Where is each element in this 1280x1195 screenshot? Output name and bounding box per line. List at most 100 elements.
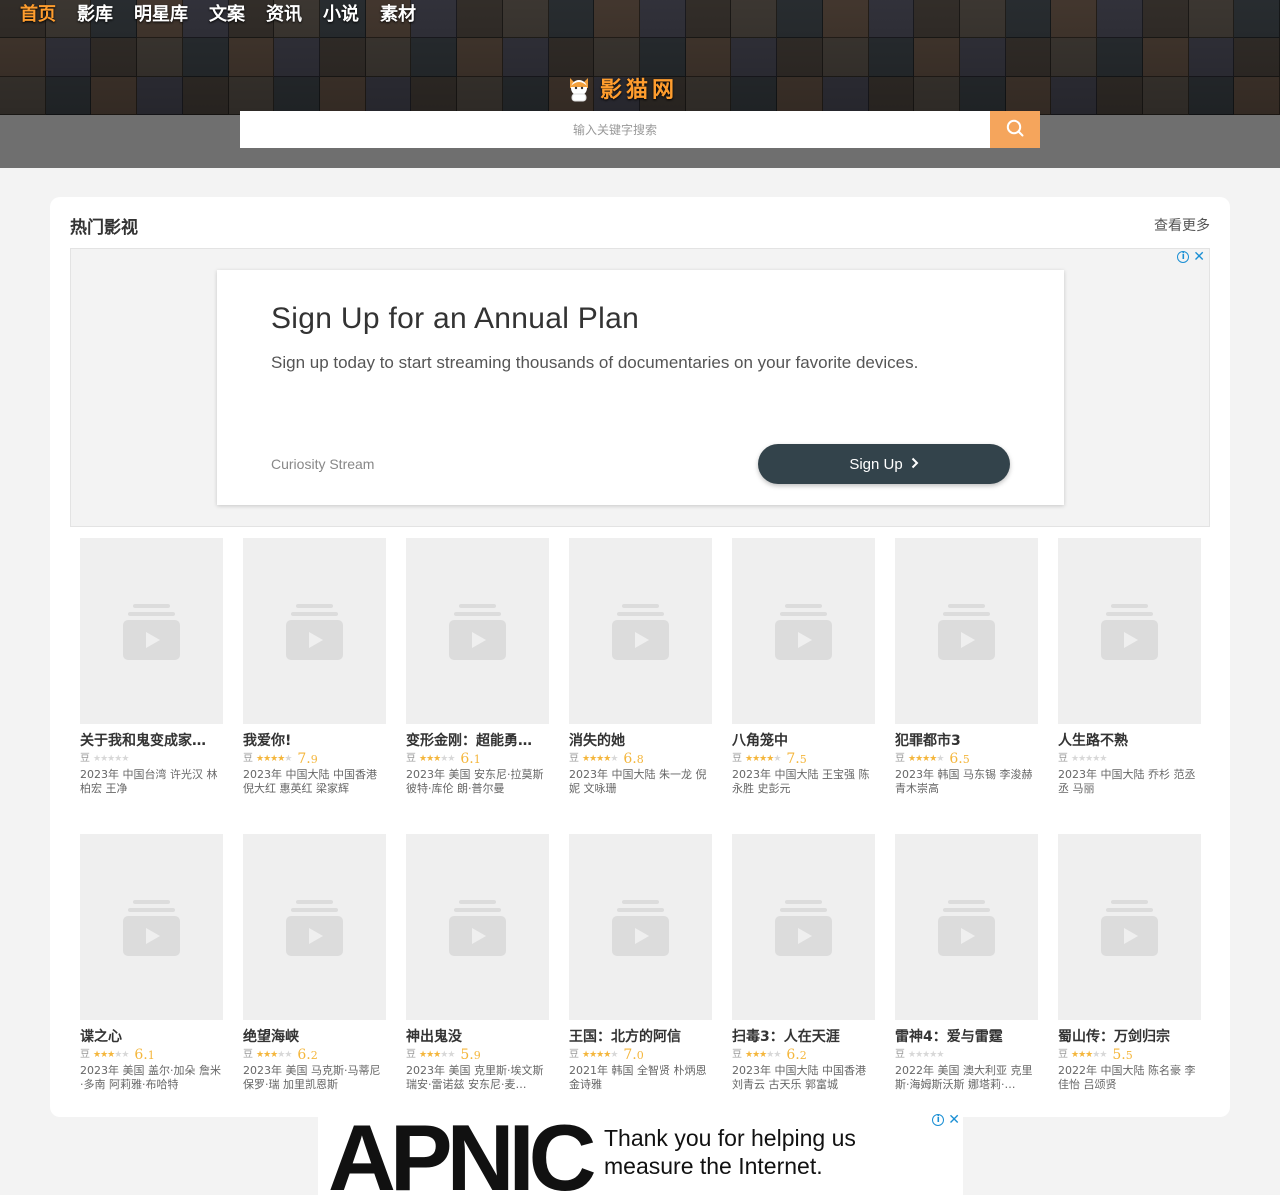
- chevron-right-icon: [911, 456, 919, 473]
- movie-card[interactable]: 谍之心豆 ★★★★★ 6.1 2023年 美国 盖尔·加朵 詹米·多南 阿莉雅·布哈特: [80, 834, 223, 1092]
- movie-score: 7.0: [623, 1047, 644, 1063]
- star-rating-icon: ★★★★★: [1071, 1049, 1107, 1060]
- nav-home[interactable]: 首页: [20, 2, 56, 28]
- video-placeholder-icon: [286, 604, 343, 660]
- douban-badge: 豆: [1058, 1048, 1068, 1060]
- movie-title[interactable]: 犯罪都市3: [895, 732, 1038, 750]
- nav-news[interactable]: 资讯: [266, 2, 302, 28]
- movie-meta: 2023年 中国大陆 中国香港 刘青云 古天乐 郭富城: [732, 1064, 866, 1091]
- movie-title[interactable]: 雷神4：爱与雷霆: [895, 1028, 1038, 1046]
- nav-novels[interactable]: 小说: [323, 2, 359, 28]
- movie-title[interactable]: 蜀山传：万剑归宗: [1058, 1028, 1201, 1046]
- ad-brand: Curiosity Stream: [271, 456, 375, 472]
- video-placeholder-icon: [449, 900, 506, 956]
- info-icon[interactable]: i: [1177, 251, 1190, 263]
- movie-title[interactable]: 变形金刚：超能勇…: [406, 732, 549, 750]
- movie-poster[interactable]: [243, 538, 386, 724]
- close-icon[interactable]: ✕: [948, 1113, 960, 1127]
- movie-rating: 豆 ★★★★★ 6.1: [80, 1046, 223, 1063]
- movie-poster[interactable]: [732, 538, 875, 724]
- movie-poster[interactable]: [80, 538, 223, 724]
- douban-badge: 豆: [243, 752, 253, 764]
- douban-badge: 豆: [895, 1048, 905, 1060]
- movie-card[interactable]: 犯罪都市3 豆 ★★★★★ 6.5 2023年 韩国 马东锡 李浚赫 青木崇高: [895, 538, 1038, 796]
- movie-card[interactable]: 蜀山传：万剑归宗豆 ★★★★★ 5.5 2022年 中国大陆 陈名豪 李佳怡 吕颂贤: [1058, 834, 1201, 1092]
- movie-title[interactable]: 人生路不熟: [1058, 732, 1201, 750]
- movie-card[interactable]: 雷神4：爱与雷霆豆 ★★★★★ 2022年 美国 澳大利亚 克里斯·海姆斯沃斯 娜塔…: [895, 834, 1038, 1092]
- nav-materials[interactable]: 素材: [380, 2, 416, 28]
- video-placeholder-icon: [1101, 900, 1158, 956]
- movie-title[interactable]: 谍之心: [80, 1028, 223, 1046]
- movie-rating: 豆 ★★★★★ 6.1: [406, 750, 549, 767]
- site-logo[interactable]: 影猫网: [566, 72, 678, 104]
- movie-poster[interactable]: [895, 834, 1038, 1020]
- movie-poster[interactable]: [732, 834, 875, 1020]
- movie-title[interactable]: 神出鬼没: [406, 1028, 549, 1046]
- movie-title[interactable]: 八角笼中: [732, 732, 875, 750]
- movie-card[interactable]: 扫毒3：人在天涯豆 ★★★★★ 6.2 2023年 中国大陆 中国香港 刘青云 古天乐…: [732, 834, 875, 1092]
- star-rating-icon: ★★★★★: [908, 753, 944, 764]
- nav-star-library[interactable]: 明星库: [134, 2, 188, 28]
- movie-card[interactable]: 变形金刚：超能勇… 豆 ★★★★★ 6.1 2023年 美国 安东尼·拉莫斯 彼特·库伦…: [406, 538, 549, 796]
- movie-poster[interactable]: [1058, 538, 1201, 724]
- movie-title[interactable]: 扫毒3：人在天涯: [732, 1028, 875, 1046]
- movie-poster[interactable]: [243, 834, 386, 1020]
- movie-poster[interactable]: [80, 834, 223, 1020]
- movie-poster[interactable]: [406, 834, 549, 1020]
- video-placeholder-icon: [1101, 604, 1158, 660]
- bottom-ad-text: Thank you for helping us measure the Int…: [604, 1125, 856, 1179]
- movie-card[interactable]: 八角笼中豆 ★★★★★ 7.5 2023年 中国大陆 王宝强 陈永胜 史彭元: [732, 538, 875, 796]
- movie-card[interactable]: 绝望海峡豆 ★★★★★ 6.2 2023年 美国 马克斯·马蒂尼 保罗·瑞 加里凯恩斯: [243, 834, 386, 1092]
- movie-card[interactable]: 人生路不熟豆 ★★★★★ 2023年 中国大陆 乔杉 范丞丞 马丽: [1058, 538, 1201, 796]
- bottom-ad-banner[interactable]: i ✕ APNIC Thank you for helping us measu…: [318, 1108, 963, 1195]
- movie-card[interactable]: 我爱你! 豆 ★★★★★ 7.9 2023年 中国大陆 中国香港 倪大红 惠英红 梁家辉: [243, 538, 386, 796]
- movie-title[interactable]: 绝望海峡: [243, 1028, 386, 1046]
- star-rating-icon: ★★★★★: [582, 1049, 618, 1060]
- apnic-logo: APNIC: [328, 1105, 596, 1195]
- movie-meta: 2022年 中国大陆 陈名豪 李佳怡 吕颂贤: [1058, 1064, 1196, 1091]
- douban-badge: 豆: [80, 752, 90, 764]
- movie-score: 7.5: [786, 751, 807, 767]
- search-button[interactable]: [990, 111, 1040, 148]
- movie-poster[interactable]: [569, 538, 712, 724]
- movie-poster[interactable]: [569, 834, 712, 1020]
- movie-card[interactable]: 关于我和鬼变成家… 豆 ★★★★★ 2023年 中国台湾 许光汉 林柏宏 王净: [80, 538, 223, 796]
- movie-poster[interactable]: [1058, 834, 1201, 1020]
- ad-card[interactable]: Sign Up for an Annual Plan Sign up today…: [217, 270, 1064, 505]
- movie-meta: 2023年 中国大陆 朱一龙 倪妮 文咏珊: [569, 768, 707, 795]
- info-icon[interactable]: i: [932, 1114, 945, 1126]
- movie-title[interactable]: 关于我和鬼变成家…: [80, 732, 223, 750]
- star-rating-icon: ★★★★★: [582, 753, 618, 764]
- search-input[interactable]: [240, 111, 990, 148]
- video-placeholder-icon: [612, 900, 669, 956]
- movie-poster[interactable]: [895, 538, 1038, 724]
- douban-badge: 豆: [80, 1048, 90, 1060]
- movie-rating: 豆 ★★★★★ 5.5: [1058, 1046, 1201, 1063]
- movie-title[interactable]: 消失的她: [569, 732, 712, 750]
- movie-rating: 豆 ★★★★★ 6.8: [569, 750, 712, 767]
- movie-poster[interactable]: [406, 538, 549, 724]
- star-rating-icon: ★★★★★: [256, 753, 292, 764]
- ad-signup-label: Sign Up: [849, 455, 903, 473]
- video-placeholder-icon: [938, 604, 995, 660]
- movie-title[interactable]: 王国：北方的阿信: [569, 1028, 712, 1046]
- movie-score: 5.5: [1112, 1047, 1133, 1063]
- ad-headline: Sign Up for an Annual Plan: [271, 302, 640, 335]
- nav-film-library[interactable]: 影库: [77, 2, 113, 28]
- movie-card[interactable]: 消失的她豆 ★★★★★ 6.8 2023年 中国大陆 朱一龙 倪妮 文咏珊: [569, 538, 712, 796]
- view-more-link[interactable]: 查看更多: [1154, 215, 1210, 235]
- search-bar: [240, 111, 1040, 148]
- movie-meta: 2021年 韩国 全智贤 朴炳恩 金诗雅: [569, 1064, 707, 1091]
- cat-logo-icon: [566, 74, 592, 102]
- movie-title[interactable]: 我爱你!: [243, 732, 386, 750]
- movie-meta: 2023年 韩国 马东锡 李浚赫 青木崇高: [895, 768, 1033, 795]
- movie-card[interactable]: 神出鬼没豆 ★★★★★ 5.9 2023年 美国 克里斯·埃文斯 瑞安·雷诺兹 安东尼…: [406, 834, 549, 1092]
- movie-meta: 2023年 美国 安东尼·拉莫斯 彼特·库伦 朗·普尔曼: [406, 768, 544, 795]
- logo-text: 影猫网: [600, 78, 679, 103]
- movie-card[interactable]: 王国：北方的阿信豆 ★★★★★ 7.0 2021年 韩国 全智贤 朴炳恩 金诗雅: [569, 834, 712, 1092]
- ad-signup-button[interactable]: Sign Up: [758, 444, 1010, 484]
- bottom-ad-controls: i ✕: [932, 1113, 960, 1127]
- nav-copywriting[interactable]: 文案: [209, 2, 245, 28]
- close-icon[interactable]: ✕: [1193, 250, 1205, 264]
- movie-score: 6.1: [460, 751, 481, 767]
